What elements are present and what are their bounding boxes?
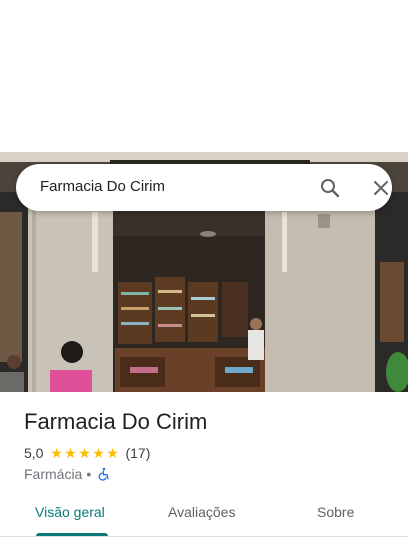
place-screen: Farmacia Do Cirim Farmacia Do Cirim 5,0 … [0,0,408,544]
search-input[interactable]: Farmacia Do Cirim [40,178,165,195]
separator-dot: • [86,466,92,482]
tabs-divider [0,536,408,537]
tab-overview[interactable]: Visão geral [35,504,105,520]
review-count[interactable]: (17) [125,445,150,461]
tab-about[interactable]: Sobre [317,504,354,520]
star-icon: ★ [78,445,91,461]
place-title: Farmacia Do Cirim [24,409,208,434]
rating-value: 5,0 [24,445,44,461]
search-bar[interactable]: Farmacia Do Cirim [16,164,392,211]
category-label: Farmácia [24,466,83,482]
star-icon: ★ [106,445,119,461]
star-icon: ★ [64,445,77,461]
rating-row[interactable]: 5,0 ★ ★ ★ ★ ★ (17) [24,444,150,462]
category-row: Farmácia • [24,465,111,483]
star-icon: ★ [92,445,105,461]
star-icon: ★ [50,445,63,461]
star-rating: ★ ★ ★ ★ ★ [49,446,119,460]
wheelchair-accessible-icon [97,467,111,481]
place-tabs: Visão geral Avaliações Sobre [0,492,408,540]
search-icon[interactable] [318,176,342,200]
tab-reviews[interactable]: Avaliações [168,504,235,520]
close-icon[interactable] [369,176,393,200]
